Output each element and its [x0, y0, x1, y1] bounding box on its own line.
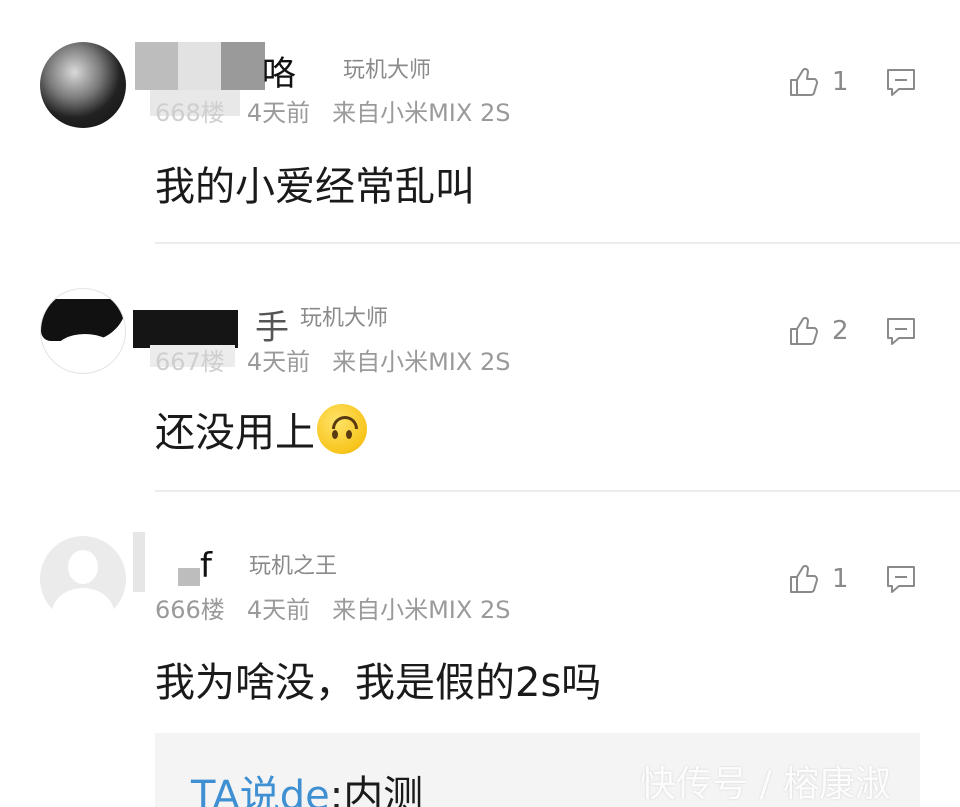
reply-button[interactable]: [885, 563, 917, 595]
device-source: 来自小米MIX 2S: [332, 596, 511, 624]
avatar[interactable]: [40, 536, 126, 622]
comment-content: 我为啥没，我是假的2s吗: [155, 660, 602, 706]
comment-icon: [887, 566, 915, 593]
username-mosaic: [178, 568, 200, 586]
comment-list: 咯 玩机大师 668楼 4天前 来自小米MIX 2S 1 我的小爱经常乱叫 手 玩机…: [0, 0, 960, 807]
username-mosaic: [133, 532, 145, 592]
thumbs-up-icon: [790, 564, 818, 593]
sub-reply-text: 内测: [343, 773, 424, 807]
comment-meta: 666楼 4天前 来自小米MIX 2S: [155, 590, 532, 625]
post-time: 4天前: [246, 596, 311, 624]
watermark: 快传号 / 榕康淑: [640, 764, 892, 805]
like-button[interactable]: 1: [788, 563, 849, 595]
floor-number: 666楼: [155, 596, 225, 624]
like-count: 1: [832, 564, 849, 594]
username[interactable]: f: [200, 546, 212, 586]
sub-reply: TA说de:内测: [191, 763, 423, 807]
sub-reply-user[interactable]: TA说de: [191, 773, 330, 807]
sub-reply-separator: :: [329, 773, 344, 807]
comment-item: f 玩机之王 666楼 4天前 来自小米MIX 2S 1 我为啥没，我是假的2s吗: [0, 0, 960, 807]
user-badge: 玩机之王: [249, 554, 338, 579]
